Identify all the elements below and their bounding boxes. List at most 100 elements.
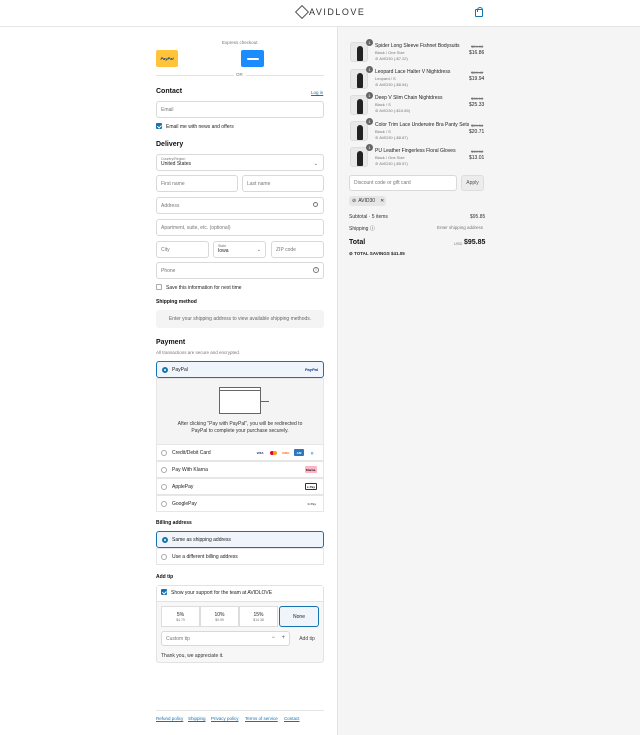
tag-icon: ⊘ xyxy=(352,198,357,204)
paypal-redirect-panel: After clicking "Pay with PayPal", you wi… xyxy=(156,378,324,446)
payment-subtitle: All transactions are secure and encrypte… xyxy=(156,350,241,355)
item-discount: ⊘ AVID30 (-$5.57) xyxy=(375,161,408,166)
redirect-arrow-icon xyxy=(261,401,269,402)
billing-option-same[interactable]: Same as shipping address xyxy=(156,531,324,548)
card-radio[interactable] xyxy=(161,450,167,456)
minus-icon[interactable]: − xyxy=(271,635,275,641)
last-name-field[interactable]: Last name xyxy=(242,175,324,192)
footer-contact-link[interactable]: Contact xyxy=(284,716,300,721)
item-discount-text: AVID30 (-$8.54) xyxy=(379,82,408,87)
custom-tip-field[interactable]: Custom tip − + xyxy=(161,631,290,646)
address-field[interactable]: Address xyxy=(156,197,324,214)
item-name: Color Trim Lace Underwire Bra Panty Sets xyxy=(375,122,470,128)
applepay-logo: ● Pay xyxy=(304,483,317,490)
country-select[interactable]: Country/Region United States ⌄ xyxy=(156,154,324,171)
item-discount-text: AVID30 (-$5.57) xyxy=(379,161,408,166)
shipping-method-note: Enter your shipping address to view avai… xyxy=(168,316,312,322)
newsletter-checkbox[interactable] xyxy=(156,123,162,129)
first-name-field[interactable]: First name xyxy=(156,175,238,192)
zip-field[interactable]: ZIP code xyxy=(271,241,324,258)
plus-icon[interactable]: + xyxy=(281,635,285,641)
billing-different-label: Use a different billing address xyxy=(172,553,238,560)
footer-divider xyxy=(156,710,324,711)
discount-code-field[interactable]: Discount code or gift card xyxy=(349,175,457,191)
browser-bar xyxy=(220,388,260,391)
paypal-redirect-text: After clicking "Pay with PayPal", you wi… xyxy=(157,421,323,435)
billing-same-radio[interactable] xyxy=(162,537,168,543)
help-icon[interactable]: ? xyxy=(313,267,319,273)
payment-option-applepay[interactable]: ApplePay ● Pay xyxy=(156,478,324,495)
total-savings: ⊘ TOTAL SAVINGS $41.05 xyxy=(349,251,405,257)
item-old-price: $18.58 xyxy=(471,149,484,154)
email-field[interactable]: Email xyxy=(156,101,324,118)
chevron-down-icon: ⌄ xyxy=(313,161,318,167)
payment-option-card[interactable]: Credit/Debit Card VISA DISC AM ◎ xyxy=(156,444,324,461)
tip-amount: $9.59 xyxy=(215,617,224,622)
item-variant: Black / S xyxy=(375,102,391,107)
googlepay-logo: G Pay xyxy=(306,500,317,507)
total-value: $95.85 xyxy=(464,239,486,246)
tip-option-5[interactable]: 5% $4.79 xyxy=(161,606,200,627)
tip-option-10[interactable]: 10% $9.59 xyxy=(200,606,239,627)
divider-left xyxy=(156,75,234,76)
footer-privacy-link[interactable]: Privacy policy xyxy=(211,716,239,721)
payment-option-googlepay[interactable]: GooglePay G Pay xyxy=(156,495,324,512)
tip-support-checkbox[interactable] xyxy=(161,589,167,595)
applepay-logo-text: Pay xyxy=(309,484,315,489)
city-field[interactable]: City xyxy=(156,241,209,258)
visa-icon: VISA xyxy=(255,449,265,456)
diners-icon: ◎ xyxy=(307,449,317,456)
shipping-method-notice: Enter your shipping address to view avai… xyxy=(156,310,324,328)
product-figure xyxy=(357,73,363,88)
klarna-radio[interactable] xyxy=(161,467,167,473)
paypal-option-label: PayPal xyxy=(172,367,188,373)
tip-option-none[interactable]: None xyxy=(279,606,319,627)
brand-name: AVIDLOVE xyxy=(309,7,366,17)
klarna-logo: Klarna. xyxy=(304,466,317,473)
item-discount-text: AVID30 (-$10.85) xyxy=(379,108,411,113)
billing-different-radio[interactable] xyxy=(161,554,167,560)
state-select[interactable]: State Iowa ⌄ xyxy=(213,241,266,258)
apartment-field[interactable]: Apartment, suite, etc. (optional) xyxy=(156,219,324,236)
item-variant: Black / One Size xyxy=(375,50,405,55)
shopping-bag-icon[interactable] xyxy=(475,7,483,17)
product-figure xyxy=(357,151,363,166)
apple-icon: ● xyxy=(306,484,309,489)
product-thumbnail xyxy=(350,121,368,141)
footer-refund-link[interactable]: Refund policy xyxy=(156,716,183,721)
discount-code-placeholder: Discount code or gift card xyxy=(354,180,411,186)
login-link[interactable]: Log in xyxy=(311,90,323,95)
applepay-radio[interactable] xyxy=(161,484,167,490)
tip-support-label: Show your support for the team at AVIDLO… xyxy=(171,590,273,596)
item-discount: ⊘ AVID30 (-$8.54) xyxy=(375,82,408,87)
shipping-label: Shipping xyxy=(349,226,369,232)
paypal-radio[interactable] xyxy=(162,367,168,373)
total-label: Total xyxy=(349,239,366,246)
brand-logo[interactable]: AVIDLOVE xyxy=(294,4,366,20)
site-header: AVIDLOVE xyxy=(0,0,640,27)
tip-title: Add tip xyxy=(156,574,174,580)
save-info-checkbox[interactable] xyxy=(156,284,162,290)
remove-discount-icon[interactable]: ✕ xyxy=(380,198,384,204)
payment-option-klarna[interactable]: Pay With Klarna Klarna. xyxy=(156,461,324,478)
paypal-express-button[interactable]: PayPal xyxy=(156,50,178,67)
payment-option-paypal[interactable]: PayPal PayPal xyxy=(156,361,324,378)
footer-shipping-link[interactable]: Shipping xyxy=(188,716,206,721)
billing-option-different[interactable]: Use a different billing address xyxy=(156,548,324,565)
brand-mark-icon xyxy=(294,4,310,20)
express-pay-logo-icon xyxy=(246,57,259,60)
delivery-title: Delivery xyxy=(156,141,184,148)
item-price: $20.71 xyxy=(469,129,485,135)
last-name-placeholder: Last name xyxy=(247,180,271,187)
address-placeholder: Address xyxy=(161,202,180,209)
googlepay-radio[interactable] xyxy=(161,501,167,507)
apply-discount-button[interactable]: Apply xyxy=(461,175,484,191)
tip-option-15[interactable]: 15% $14.38 xyxy=(239,606,278,627)
express-pay-button[interactable] xyxy=(241,50,264,67)
info-icon[interactable]: ⓘ xyxy=(370,226,375,232)
item-discount: ⊘ AVID30 (-$8.87) xyxy=(375,135,408,140)
item-name: Leopard Lace Halter V Nightdress xyxy=(375,69,451,75)
footer-terms-link[interactable]: Terms of service xyxy=(245,716,278,721)
add-tip-button[interactable]: Add tip xyxy=(294,631,320,646)
phone-field[interactable]: Phone ? xyxy=(156,262,324,279)
